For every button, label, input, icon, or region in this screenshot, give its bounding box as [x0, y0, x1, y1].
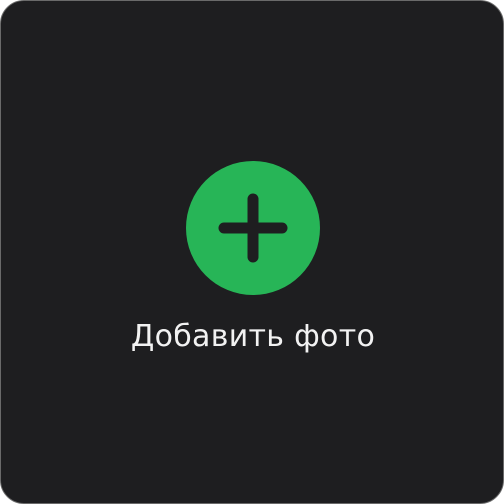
add-photo-label: Добавить фото [130, 319, 376, 354]
add-photo-card[interactable]: Добавить фото [0, 0, 504, 504]
plus-icon [218, 193, 288, 263]
add-photo-button[interactable] [186, 161, 320, 295]
